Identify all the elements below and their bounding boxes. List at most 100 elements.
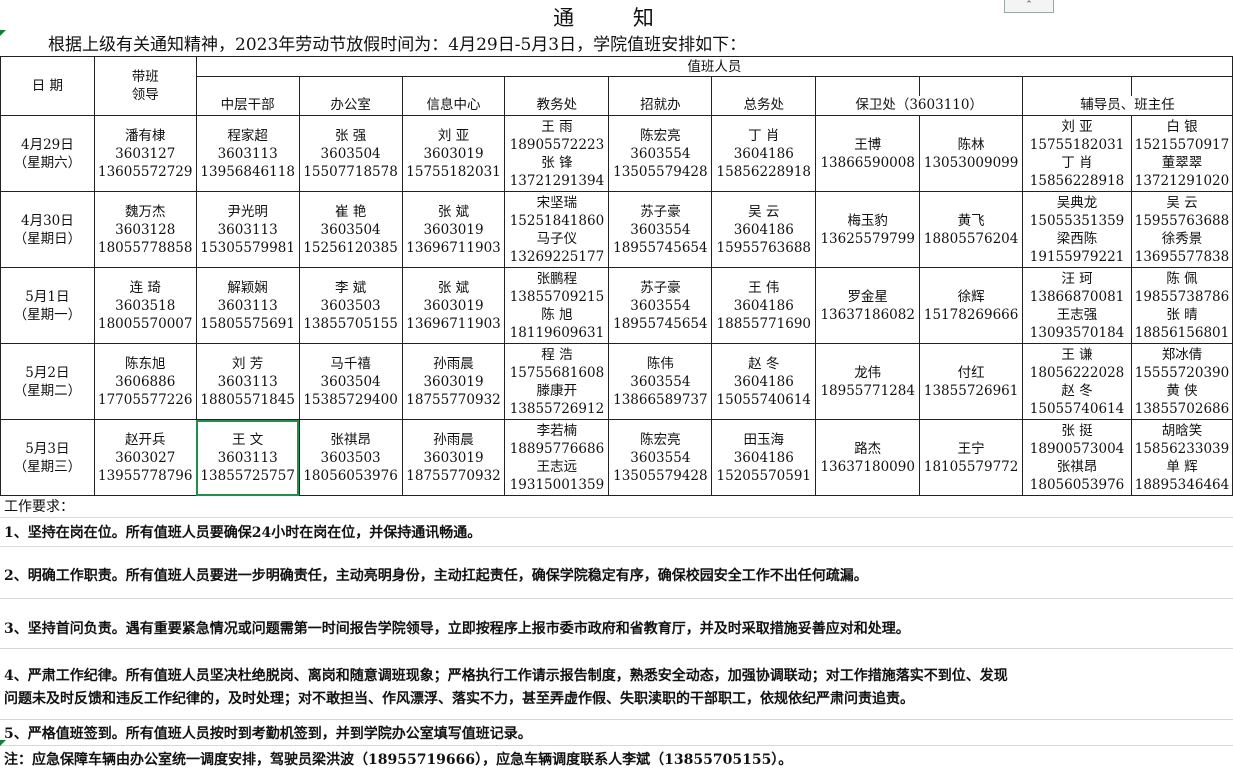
cell-text-line: 付红	[957, 364, 985, 381]
cell-security-a[interactable]: 王博 13866590008	[815, 115, 921, 192]
cell-text-line: 3603027	[115, 449, 176, 466]
schedule-row: 4月29日 （星期六） 潘有棣 3603127 13605572729 程家超 360311…	[0, 115, 1233, 192]
cell-office[interactable]: 李 斌 3603503 13855705155	[298, 267, 403, 344]
cell-text-line: 3604186	[733, 373, 794, 390]
cell-leader[interactable]: 潘有棣 3603127 13605572729	[93, 115, 197, 192]
date-line: 5月1日	[25, 288, 70, 305]
cell-info-center[interactable]: 孙雨晨 3603019 18755770932	[401, 419, 506, 496]
cell-text-line: 18955771284	[820, 382, 915, 399]
cell-academic-affairs[interactable]: 程 浩 15755681608 滕康开 13855726912	[504, 343, 610, 420]
cell-comment-indicator	[0, 30, 6, 36]
cell-text-line: 18119609631	[509, 324, 605, 341]
cell-office[interactable]: 崔 艳 3603504 15256120385	[298, 191, 403, 268]
cell-text-line: 19855738786	[1134, 288, 1230, 305]
cell-general-affairs[interactable]: 吴 云 3604186 15955763688	[711, 191, 817, 268]
cell-academic-affairs[interactable]: 张鹏程 13855709215 陈 旭 18119609631	[504, 267, 610, 344]
cell-info-center[interactable]: 刘 亚 3603019 15755182031	[401, 115, 506, 192]
cell-middle-cadre[interactable]: 解颖娴 3603113 15805575691	[195, 267, 300, 344]
cell-text-line: 马子仪	[536, 230, 578, 247]
cell-text-line: 崔 艳	[334, 203, 367, 220]
date-cell[interactable]: 5月2日 （星期二）	[0, 343, 95, 420]
cell-text-line: 孙雨晨	[433, 355, 474, 372]
cell-text-line: 13269225177	[509, 248, 605, 265]
cell-office[interactable]: 张 强 3603504 15507718578	[298, 115, 403, 192]
cell-leader[interactable]: 陈东旭 3606886 17705577226	[93, 343, 197, 420]
cell-text-line: 15856228918	[1029, 172, 1125, 189]
cell-text-line: 3603503	[320, 297, 381, 314]
cell-text-line: 梁西陈	[1056, 230, 1098, 247]
cell-counselor-b[interactable]: 胡晗笑 15856233039 单 辉 18895346464	[1130, 419, 1233, 496]
cell-middle-cadre[interactable]: 尹光明 3603113 15305579981	[195, 191, 300, 268]
cell-security-b[interactable]: 黄飞 18805576204	[919, 191, 1024, 268]
cell-general-affairs[interactable]: 田玉海 3604186 15205570591	[711, 419, 817, 496]
date-line: （星期六）	[13, 154, 82, 171]
cell-info-center[interactable]: 张 斌 3603019 13696711903	[401, 267, 506, 344]
cell-office[interactable]: 张祺昂 3603503 18056053976	[298, 419, 403, 496]
cell-security-b[interactable]: 付红 13855726961	[919, 343, 1024, 420]
date-line: 4月30日	[20, 212, 74, 229]
cell-counselor-b[interactable]: 白 银 15215570917 董翠翠 13721291020	[1130, 115, 1233, 192]
cell-counselor-a[interactable]: 汪 珂 13866870081 王志强 13093570184	[1022, 267, 1132, 344]
cell-academic-affairs[interactable]: 王 雨 18905572223 张 锋 13721291394	[504, 115, 610, 192]
cell-counselor-a[interactable]: 王 谦 18056222028 赵 冬 15055740614	[1022, 343, 1132, 420]
date-cell[interactable]: 5月3日 （星期三）	[0, 419, 95, 496]
cell-text-line: 徐秀景	[1161, 230, 1203, 247]
cell-leader[interactable]: 赵开兵 3603027 13955778796	[93, 419, 197, 496]
duty-schedule-table: 日 期 带班 领导 值班人员 中层干部 办公室 信息中心 教务处 招就办 总务处…	[0, 56, 1233, 496]
cell-text-line: 吴 云	[748, 203, 780, 220]
cell-text-line: 15055740614	[1029, 400, 1125, 417]
cell-text-line: 3603019	[423, 449, 484, 466]
cell-security-b[interactable]: 徐辉 15178269666	[919, 267, 1024, 344]
cell-middle-cadre[interactable]: 刘 芳 3603113 18805571845	[195, 343, 300, 420]
date-cell[interactable]: 4月29日 （星期六）	[0, 115, 95, 192]
cell-general-affairs[interactable]: 王 伟 3604186 18855771690	[711, 267, 817, 344]
cell-leader[interactable]: 魏万杰 3603128 18055778858	[93, 191, 197, 268]
requirement-item: 问题未及时反馈和违反工作纪律的，及时处理；对不敢担当、作风漂浮、落实不力，甚至弄…	[4, 691, 914, 707]
cell-security-a[interactable]: 梅玉豹 13625579799	[815, 191, 921, 268]
cell-middle-cadre[interactable]: 程家超 3603113 13956846118	[195, 115, 300, 192]
date-cell[interactable]: 4月30日 （星期日）	[0, 191, 95, 268]
cell-text-line: 陈宏亮	[640, 431, 681, 448]
cell-text-line: 3603518	[115, 297, 176, 314]
cell-text-line: 尹光明	[227, 203, 268, 220]
cell-text-line: 13956846118	[200, 163, 295, 180]
cell-academic-affairs[interactable]: 宋坚瑞 15251841860 马子仪 13269225177	[504, 191, 610, 268]
cell-security-a[interactable]: 龙伟 18955771284	[815, 343, 921, 420]
cell-text-line: 18056053976	[303, 467, 398, 484]
date-line: （星期二）	[13, 382, 82, 399]
cell-info-center[interactable]: 孙雨晨 3603019 18755770932	[401, 343, 506, 420]
cell-text-line: 13855726912	[509, 400, 605, 417]
cell-text-line: 3604186	[733, 145, 794, 162]
cell-text-line: 18856156801	[1134, 324, 1230, 341]
cell-security-a[interactable]: 路杰 13637180090	[815, 419, 921, 496]
cell-admissions[interactable]: 苏子豪 3603554 18955745654	[608, 191, 713, 268]
cell-admissions[interactable]: 苏子豪 3603554 18955745654	[608, 267, 713, 344]
header-duty-group: 值班人员	[195, 56, 1233, 77]
cell-counselor-b[interactable]: 吴 云 15955763688 徐秀景 13695577838	[1130, 191, 1233, 268]
cell-counselor-b[interactable]: 陈 佩 19855738786 张 晴 18856156801	[1130, 267, 1233, 344]
cell-text-line: 解颖娴	[227, 279, 268, 296]
cell-text-line: 3603554	[630, 373, 691, 390]
cell-counselor-a[interactable]: 张 挺 18900573004 张祺昂 18056053976	[1022, 419, 1132, 496]
cell-admissions[interactable]: 陈伟 3603554 13866589737	[608, 343, 713, 420]
cell-leader[interactable]: 连 琦 3603518 18005570007	[93, 267, 197, 344]
cell-general-affairs[interactable]: 赵 冬 3604186 15055740614	[711, 343, 817, 420]
cell-middle-cadre[interactable]: 王 文 3603113 13855725757	[195, 419, 300, 496]
cell-academic-affairs[interactable]: 李若楠 18895776686 王志远 19315001359	[504, 419, 610, 496]
cell-security-b[interactable]: 王宁 18105579772	[919, 419, 1024, 496]
ribbon-collapse-button[interactable]: ⌃	[1004, 0, 1054, 13]
cell-counselor-b[interactable]: 郑冰倩 15555720390 黄 侠 13855702686	[1130, 343, 1233, 420]
cell-counselor-a[interactable]: 刘 亚 15755182031 丁 肖 15856228918	[1022, 115, 1132, 192]
date-cell[interactable]: 5月1日 （星期一）	[0, 267, 95, 344]
cell-security-b[interactable]: 陈林 13053009099	[919, 115, 1024, 192]
cell-security-a[interactable]: 罗金星 13637186082	[815, 267, 921, 344]
cell-counselor-a[interactable]: 吴典龙 15055351359 梁西陈 19155979221	[1022, 191, 1132, 268]
cell-text-line: 连 琦	[129, 279, 161, 296]
date-line: 5月2日	[25, 364, 70, 381]
cell-office[interactable]: 马千禧 3603504 15385729400	[298, 343, 403, 420]
cell-admissions[interactable]: 陈宏亮 3603554 13505579428	[608, 419, 713, 496]
cell-text-line: 13093570184	[1029, 324, 1125, 341]
cell-info-center[interactable]: 张 斌 3603019 13696711903	[401, 191, 506, 268]
cell-general-affairs[interactable]: 丁 肖 3604186 15856228918	[711, 115, 817, 192]
cell-admissions[interactable]: 陈宏亮 3603554 13505579428	[608, 115, 713, 192]
